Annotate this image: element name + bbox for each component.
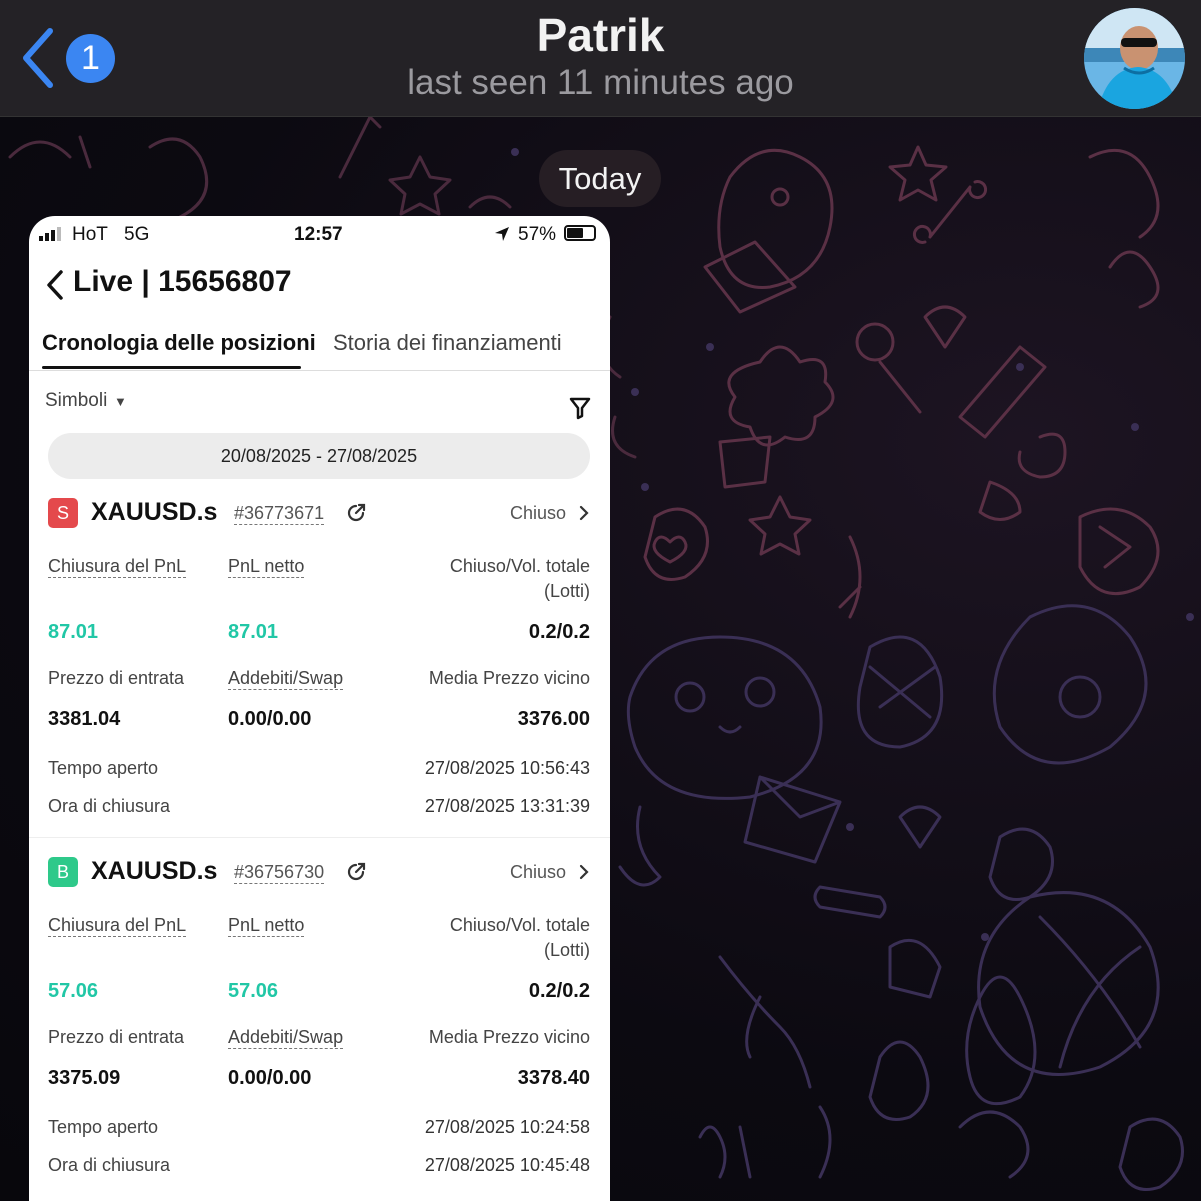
- close-pnl-value: 87.01: [48, 621, 99, 643]
- entry-price-label: Prezzo di entrata: [48, 668, 185, 688]
- open-time-value: 27/08/2025 10:56:43: [424, 758, 590, 778]
- last-seen-status: last seen 11 minutes ago: [407, 63, 794, 102]
- battery-percent: 57%: [518, 224, 557, 245]
- share-icon[interactable]: [345, 502, 367, 524]
- active-tab-indicator: [42, 366, 301, 369]
- tab-funding-history[interactable]: Storia dei finanziamenti: [333, 330, 562, 356]
- card-divider: [29, 837, 610, 838]
- caret-down-icon: ▼: [114, 394, 127, 409]
- phone-clock: 12:57: [294, 224, 343, 245]
- close-time-value: 27/08/2025 10:45:48: [424, 1155, 590, 1175]
- close-pnl-label[interactable]: Chiusura del PnL: [48, 915, 187, 937]
- avg-close-price-value: 3376.00: [517, 708, 590, 730]
- photo-message[interactable]: HoT 5G 12:57 57% Live | 15656807 Cronolo…: [29, 216, 610, 1201]
- entry-price-value: 3375.09: [48, 1067, 121, 1089]
- side-badge: S: [48, 498, 78, 528]
- chat-header: 1 Patrik last seen 11 minutes ago: [0, 0, 1201, 117]
- position-card[interactable]: S XAUUSD.s #36773671 Chiuso Chiusura del…: [29, 478, 610, 838]
- avg-close-price-value: 3378.40: [517, 1067, 590, 1089]
- closed-volume-label: Chiuso/Vol. totale: [449, 915, 590, 935]
- close-time-label: Ora di chiusura: [48, 796, 171, 816]
- close-pnl-label[interactable]: Chiusura del PnL: [48, 556, 187, 578]
- close-time-value: 27/08/2025 13:31:39: [424, 796, 590, 816]
- network-type: 5G: [124, 224, 150, 245]
- closed-volume-value: 0.2/0.2: [528, 621, 590, 643]
- closed-volume-label: Chiuso/Vol. totale: [449, 556, 590, 576]
- net-pnl-value: 57.06: [228, 980, 279, 1002]
- tab-position-history[interactable]: Cronologia delle posizioni: [42, 330, 316, 356]
- location-arrow-icon: [495, 227, 509, 241]
- ticket-number[interactable]: #36773671: [234, 503, 325, 525]
- avg-close-price-label: Media Prezzo vicino: [428, 1027, 590, 1047]
- closed-volume-value: 0.2/0.2: [528, 980, 590, 1002]
- charges-swap-value: 0.00/0.00: [228, 708, 312, 730]
- ticket-number[interactable]: #36756730: [234, 862, 325, 884]
- avg-close-price-label: Media Prezzo vicino: [428, 668, 590, 688]
- closed-volume-unit: (Lotti): [543, 581, 590, 601]
- chevron-left-icon[interactable]: [45, 268, 65, 302]
- contact-name[interactable]: Patrik: [0, 8, 1201, 62]
- net-pnl-label[interactable]: PnL netto: [228, 915, 305, 937]
- open-time-label: Tempo aperto: [48, 1117, 159, 1137]
- avatar-photo: [1084, 8, 1185, 109]
- entry-price-label: Prezzo di entrata: [48, 1027, 185, 1047]
- chevron-right-icon[interactable]: [579, 505, 589, 521]
- date-range-picker[interactable]: 20/08/2025 - 27/08/2025: [48, 433, 590, 479]
- closed-volume-unit: (Lotti): [543, 940, 590, 960]
- side-badge: B: [48, 857, 78, 887]
- charges-swap-label[interactable]: Addebiti/Swap: [228, 668, 344, 690]
- phone-status-bar: HoT 5G 12:57 57%: [29, 216, 610, 252]
- chevron-right-icon[interactable]: [579, 864, 589, 880]
- symbols-dropdown[interactable]: Simboli: [45, 390, 107, 412]
- symbol-name: XAUUSD.s: [91, 498, 218, 526]
- symbol-name: XAUUSD.s: [91, 857, 218, 885]
- tab-divider: [29, 370, 610, 371]
- share-icon[interactable]: [345, 861, 367, 883]
- position-card[interactable]: B XAUUSD.s #36756730 Chiuso Chiusura del…: [29, 837, 610, 1197]
- avatar[interactable]: [1084, 8, 1185, 109]
- charges-swap-value: 0.00/0.00: [228, 1067, 312, 1089]
- signal-icon: [39, 227, 61, 241]
- charges-swap-label[interactable]: Addebiti/Swap: [228, 1027, 344, 1049]
- net-pnl-value: 87.01: [228, 621, 279, 643]
- battery-icon: [564, 225, 596, 241]
- open-time-value: 27/08/2025 10:24:58: [424, 1117, 590, 1137]
- account-title: Live | 15656807: [73, 265, 292, 298]
- carrier-name: HoT: [72, 224, 108, 245]
- open-time-label: Tempo aperto: [48, 758, 159, 778]
- date-separator: Today: [539, 150, 661, 207]
- close-pnl-value: 57.06: [48, 980, 99, 1002]
- entry-price-value: 3381.04: [48, 708, 121, 730]
- position-status: Chiuso: [510, 503, 567, 523]
- position-status: Chiuso: [510, 862, 567, 882]
- close-time-label: Ora di chiusura: [48, 1155, 171, 1175]
- net-pnl-label[interactable]: PnL netto: [228, 556, 305, 578]
- filter-icon[interactable]: [569, 396, 591, 420]
